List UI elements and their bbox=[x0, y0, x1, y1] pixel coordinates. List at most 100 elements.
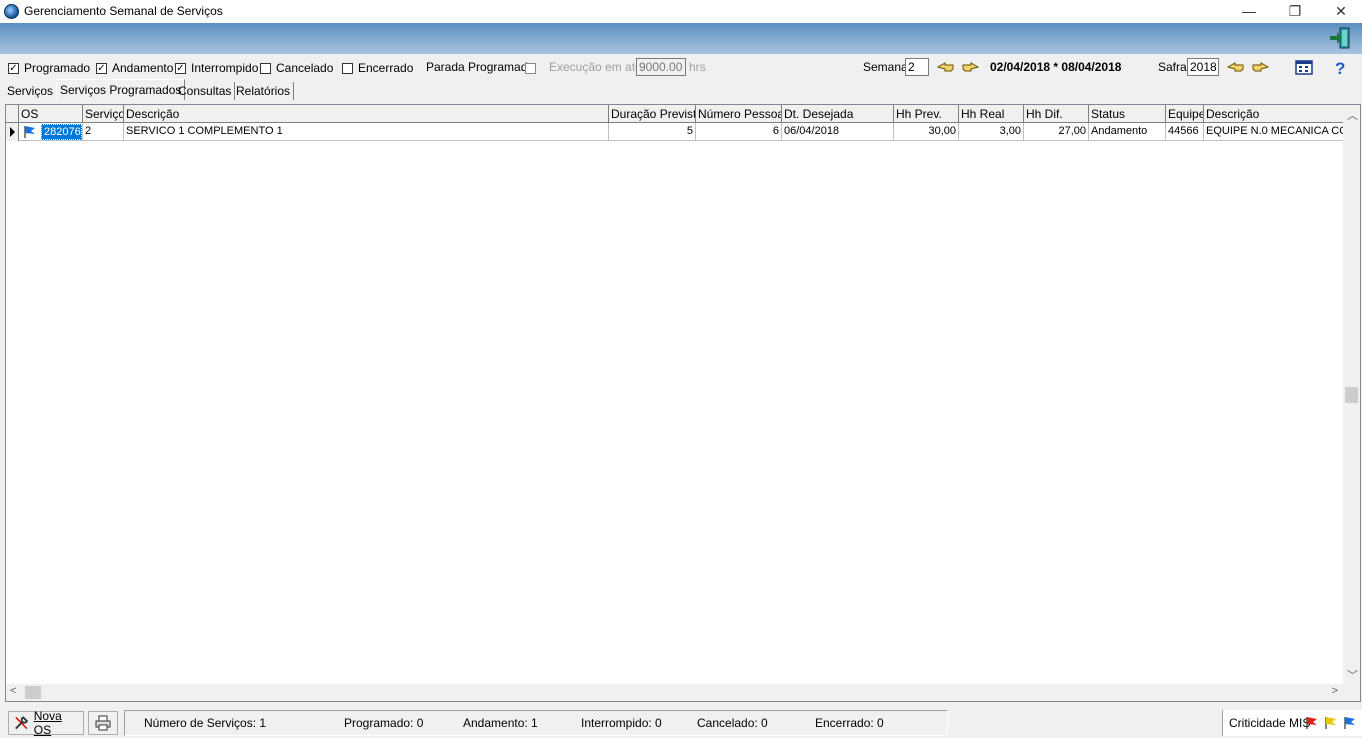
help-icon[interactable]: ? bbox=[1330, 58, 1350, 76]
criticidade-label: Criticidade MIS bbox=[1229, 716, 1311, 730]
execucao-unit: hrs bbox=[689, 60, 706, 74]
hand-right-icon[interactable] bbox=[961, 61, 979, 73]
parada-programada-checkbox[interactable] bbox=[525, 61, 541, 75]
os-number[interactable]: 282076 bbox=[41, 124, 82, 140]
semana-input[interactable]: 2 bbox=[905, 58, 929, 76]
cell-duracao[interactable]: 5 bbox=[609, 123, 696, 141]
numero-servicos-status: Número de Serviços: 1 bbox=[144, 716, 267, 730]
exit-icon[interactable] bbox=[1328, 26, 1352, 50]
vertical-scroll-thumb[interactable] bbox=[1345, 387, 1358, 403]
horizontal-scroll-thumb[interactable] bbox=[25, 686, 41, 699]
cancelado-label: Cancelado bbox=[276, 61, 334, 75]
hand-left-icon[interactable] bbox=[1227, 61, 1245, 73]
col-os[interactable]: OS bbox=[19, 105, 83, 123]
header-banner bbox=[0, 23, 1362, 54]
parada-checkbox-box[interactable] bbox=[525, 62, 536, 74]
yellow-flag-icon bbox=[1325, 717, 1336, 729]
restore-button[interactable]: ❐ bbox=[1272, 0, 1318, 23]
red-flag-icon bbox=[1306, 717, 1317, 729]
col-hh-prev[interactable]: Hh Prev. bbox=[894, 105, 959, 123]
cancelado-status: Cancelado: 0 bbox=[697, 716, 768, 730]
week-date-range: 02/04/2018 * 08/04/2018 bbox=[990, 60, 1122, 74]
cell-equipe-descricao[interactable]: EQUIPE N.0 MECANICA CO bbox=[1204, 123, 1344, 141]
horizontal-scrollbar[interactable]: < > bbox=[6, 684, 1344, 701]
tab-consultas[interactable]: Consultas bbox=[175, 82, 236, 100]
hand-left-icon[interactable] bbox=[937, 61, 955, 73]
cell-pessoas[interactable]: 6 bbox=[696, 123, 782, 141]
tab-servicos[interactable]: Serviços bbox=[4, 82, 58, 100]
close-button[interactable]: ✕ bbox=[1318, 0, 1362, 23]
interrompido-checkbox[interactable]: ✓ Interrompido bbox=[175, 61, 258, 75]
interrompido-status: Interrompido: 0 bbox=[581, 716, 662, 730]
programado-checkbox[interactable]: ✓ Programado bbox=[8, 61, 90, 75]
wrench-icon bbox=[15, 716, 29, 730]
status-bar: Nova OS Número de Serviços: 1 Programado… bbox=[0, 708, 1362, 738]
col-dt-desejada[interactable]: Dt. Desejada bbox=[782, 105, 894, 123]
tab-strip: Serviços Serviços Programados Consultas … bbox=[0, 79, 1362, 101]
nova-os-button[interactable]: Nova OS bbox=[8, 709, 84, 737]
print-icon bbox=[95, 715, 111, 731]
nova-os-label: Nova OS bbox=[33, 709, 62, 737]
col-duracao[interactable]: Duração Prevista bbox=[609, 105, 696, 123]
title-bar: Gerenciamento Semanal de Serviços — ❐ ✕ bbox=[0, 0, 1362, 23]
col-descricao[interactable]: Descrição bbox=[124, 105, 609, 123]
andamento-checkbox[interactable]: ✓ Andamento bbox=[96, 61, 173, 75]
hand-right-icon[interactable] bbox=[1251, 61, 1269, 73]
col-pessoas[interactable]: Número Pessoas bbox=[696, 105, 782, 123]
cancelado-checkbox[interactable]: Cancelado bbox=[260, 61, 333, 75]
execucao-input[interactable]: 9000.00 bbox=[636, 58, 686, 76]
interrompido-label: Interrompido bbox=[191, 61, 259, 75]
scroll-left-icon[interactable]: < bbox=[10, 685, 16, 697]
scroll-down-icon[interactable]: ﹀ bbox=[1347, 667, 1358, 683]
andamento-checkbox-box[interactable]: ✓ bbox=[96, 62, 107, 74]
svg-text:?: ? bbox=[1335, 59, 1345, 76]
col-hh-dif[interactable]: Hh Dif. bbox=[1024, 105, 1089, 123]
interrompido-checkbox-box[interactable]: ✓ bbox=[175, 62, 186, 74]
encerrado-status: Encerrado: 0 bbox=[815, 716, 884, 730]
col-equipe[interactable]: Equipe bbox=[1166, 105, 1204, 123]
col-status[interactable]: Status bbox=[1089, 105, 1166, 123]
execucao-label: Execução em até bbox=[549, 60, 642, 74]
programado-checkbox-box[interactable]: ✓ bbox=[8, 62, 19, 74]
table-row[interactable]: 282076 2 SERVICO 1 COMPLEMENTO 1 5 6 06/… bbox=[6, 123, 1344, 141]
cell-os[interactable]: 282076 bbox=[19, 123, 83, 141]
vertical-scrollbar[interactable]: ︿ ﹀ bbox=[1343, 105, 1360, 685]
app-icon bbox=[4, 4, 19, 19]
col-equipe-descricao[interactable]: Descrição bbox=[1204, 105, 1344, 123]
programado-label: Programado bbox=[24, 61, 91, 75]
col-hh-real[interactable]: Hh Real bbox=[959, 105, 1024, 123]
tab-servicos-programados[interactable]: Serviços Programados bbox=[56, 79, 186, 100]
scroll-up-icon[interactable]: ︿ bbox=[1347, 107, 1358, 123]
current-row-icon bbox=[10, 127, 15, 137]
programado-status: Programado: 0 bbox=[344, 716, 424, 730]
blue-flag-icon bbox=[1344, 717, 1355, 729]
encerrado-checkbox-box[interactable] bbox=[342, 62, 353, 74]
header-indicator bbox=[6, 105, 19, 123]
grid-header: OS Serviço Descrição Duração Prevista Nú… bbox=[6, 105, 1344, 123]
cell-descricao[interactable]: SERVICO 1 COMPLEMENTO 1 bbox=[124, 123, 609, 141]
encerrado-checkbox[interactable]: Encerrado bbox=[342, 61, 413, 75]
col-servico[interactable]: Serviço bbox=[83, 105, 124, 123]
flag-icon bbox=[24, 126, 35, 138]
cell-equipe[interactable]: 44566 bbox=[1166, 123, 1204, 141]
filter-bar: ✓ Programado ✓ Andamento ✓ Interrompido Can… bbox=[0, 56, 1362, 78]
cell-hh-dif[interactable]: 27,00 bbox=[1024, 123, 1089, 141]
cell-hh-real[interactable]: 3,00 bbox=[959, 123, 1024, 141]
cell-servico[interactable]: 2 bbox=[83, 123, 124, 141]
minimize-button[interactable]: — bbox=[1226, 0, 1272, 23]
calendar-icon[interactable] bbox=[1294, 58, 1314, 76]
safra-label: Safra bbox=[1158, 60, 1187, 74]
window-title: Gerenciamento Semanal de Serviços bbox=[24, 4, 223, 18]
scroll-right-icon[interactable]: > bbox=[1332, 685, 1338, 697]
row-indicator[interactable] bbox=[6, 123, 19, 141]
print-button[interactable] bbox=[88, 711, 118, 735]
cell-status[interactable]: Andamento bbox=[1089, 123, 1166, 141]
cell-hh-prev[interactable]: 30,00 bbox=[894, 123, 959, 141]
cancelado-checkbox-box[interactable] bbox=[260, 62, 271, 74]
services-grid[interactable]: OS Serviço Descrição Duração Prevista Nú… bbox=[5, 104, 1361, 702]
safra-input[interactable]: 2018 bbox=[1187, 58, 1219, 76]
cell-dt-desejada[interactable]: 06/04/2018 bbox=[782, 123, 894, 141]
tab-relatorios[interactable]: Relatórios bbox=[233, 82, 295, 100]
encerrado-label: Encerrado bbox=[358, 61, 414, 75]
andamento-status: Andamento: 1 bbox=[463, 716, 538, 730]
